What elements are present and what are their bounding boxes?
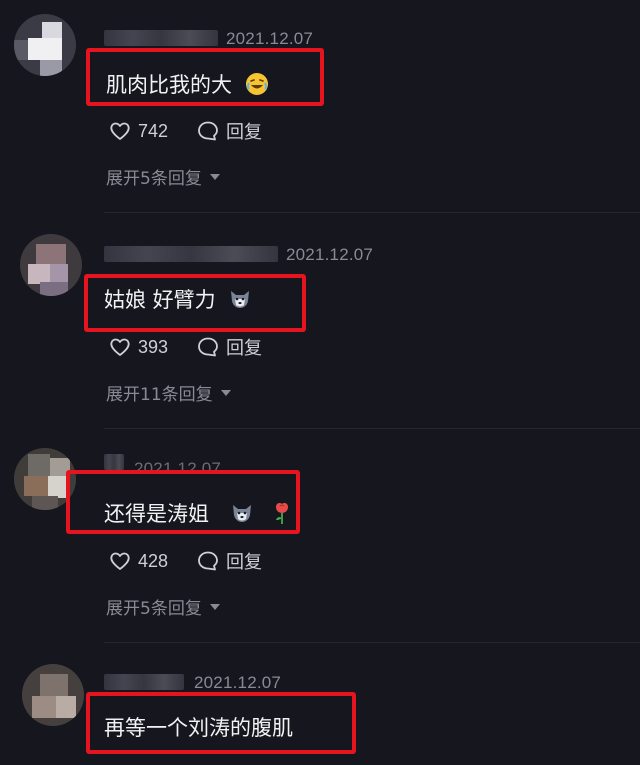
divider [104,428,640,429]
comment-actions: 393 回复 [108,334,262,360]
reply-bubble-icon[interactable] [196,549,220,573]
expand-replies-button[interactable]: 展开11条回复 [106,380,231,405]
divider [104,212,640,213]
avatar[interactable] [20,234,82,296]
username-blurred [104,246,278,262]
caret-down-icon [220,389,231,396]
highlight-box [86,48,324,106]
username-blurred [104,30,218,46]
reply-button[interactable]: 回复 [226,548,262,574]
reply-bubble-icon[interactable] [196,119,220,143]
username-blurred [104,454,124,470]
heart-icon[interactable] [108,335,132,359]
reply-button[interactable]: 回复 [226,334,262,360]
comment-date: 2021.12.07 [286,245,374,264]
divider [104,642,640,643]
username-blurred [104,674,184,690]
expand-replies-button[interactable]: 展开5条回复 [106,594,220,619]
highlight-box [86,692,356,754]
like-count: 393 [138,336,169,357]
expand-replies-button[interactable]: 展开5条回复 [106,164,220,189]
caret-down-icon [209,173,220,180]
heart-icon[interactable] [108,119,132,143]
highlight-box [84,274,306,332]
heart-icon[interactable] [108,549,132,573]
like-count: 428 [138,550,169,571]
comment-actions: 428 回复 [108,548,262,574]
comment-actions: 742 回复 [108,118,262,144]
highlight-box [66,470,300,534]
reply-bubble-icon[interactable] [196,335,220,359]
avatar[interactable] [14,14,76,76]
comment-date: 2021.12.07 [194,673,282,692]
avatar[interactable] [22,664,84,726]
reply-button[interactable]: 回复 [226,118,262,144]
caret-down-icon [209,603,220,610]
comment-date: 2021.12.07 [226,29,314,48]
like-count: 742 [138,120,169,141]
